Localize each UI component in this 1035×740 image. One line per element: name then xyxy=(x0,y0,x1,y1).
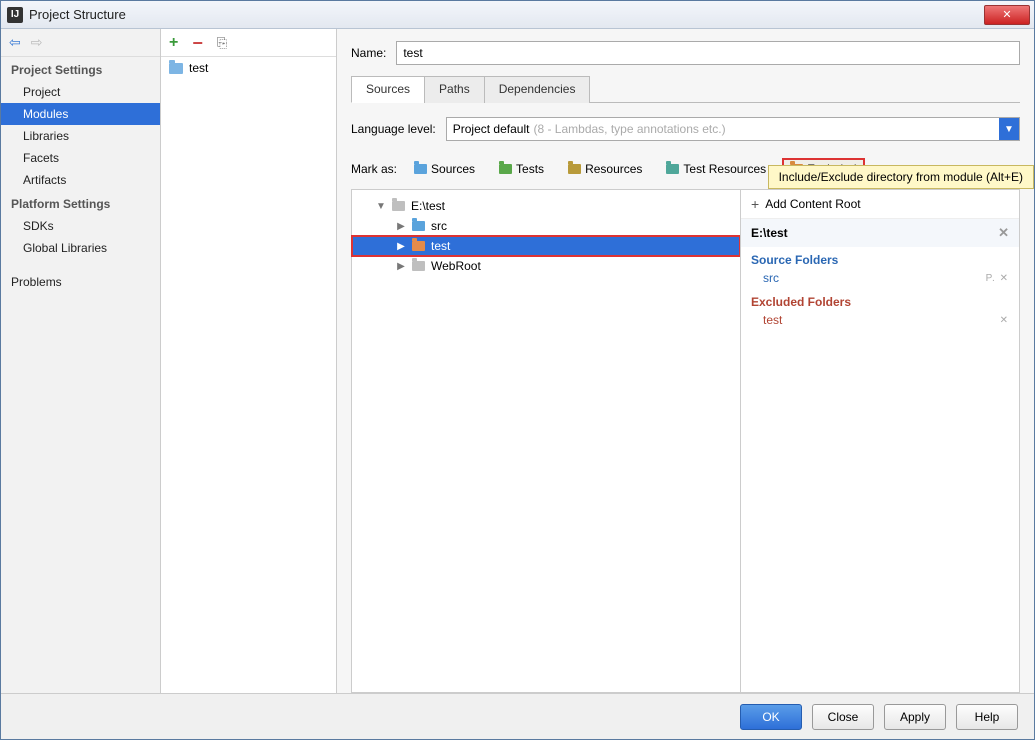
source-folder-label: src xyxy=(763,271,779,285)
tabs: Sources Paths Dependencies xyxy=(351,75,1020,103)
sidebar-item-libraries[interactable]: Libraries xyxy=(1,125,160,147)
sidebar-item-modules[interactable]: Modules xyxy=(1,103,160,125)
tab-dependencies[interactable]: Dependencies xyxy=(484,76,591,103)
add-content-root-label: Add Content Root xyxy=(765,197,860,211)
sidebar-item-problems[interactable]: Problems xyxy=(1,271,160,293)
excluded-folder-label: test xyxy=(763,313,782,327)
chevron-down-icon[interactable]: ▼ xyxy=(999,118,1019,140)
excluded-folders-title: Excluded Folders xyxy=(741,289,1019,311)
excluded-folder-item[interactable]: test ✕ xyxy=(741,311,1019,331)
app-icon: IJ xyxy=(7,7,23,23)
folder-blue-icon xyxy=(414,164,427,174)
tree-root[interactable]: ▼ E:\test xyxy=(352,196,740,216)
language-level-hint: (8 - Lambdas, type annotations etc.) xyxy=(533,122,725,136)
excluded-folder-remove-icon[interactable]: ✕ xyxy=(1000,315,1009,326)
language-level-label: Language level: xyxy=(351,122,436,136)
module-folder-icon xyxy=(169,63,183,74)
language-level-select[interactable]: Project default (8 - Lambdas, type annot… xyxy=(446,117,1020,141)
source-folder-item[interactable]: src P. ✕ xyxy=(741,269,1019,289)
main-panel: Name: Sources Paths Dependencies Languag… xyxy=(337,29,1034,693)
expand-icon[interactable]: ▶ xyxy=(396,241,406,252)
folder-teal-icon xyxy=(666,164,679,174)
collapse-icon[interactable]: ▼ xyxy=(376,201,386,212)
source-folders-title: Source Folders xyxy=(741,247,1019,269)
expand-icon[interactable]: ▶ xyxy=(396,261,406,272)
close-button[interactable]: Close xyxy=(812,704,874,730)
add-content-root-row[interactable]: + Add Content Root xyxy=(741,190,1019,219)
sidebar-item-global-libraries[interactable]: Global Libraries xyxy=(1,237,160,259)
project-structure-window: IJ Project Structure ✕ ⇦ ⇨ Project Setti… xyxy=(0,0,1035,740)
content-roots-panel: + Add Content Root E:\test ✕ Source Fold… xyxy=(740,189,1020,693)
mark-tests-button[interactable]: Tests xyxy=(492,159,551,179)
expand-icon[interactable]: ▶ xyxy=(396,221,406,232)
body: ⇦ ⇨ Project Settings Project Modules Lib… xyxy=(1,29,1034,693)
back-icon[interactable]: ⇦ xyxy=(9,34,21,51)
sidebar-item-project[interactable]: Project xyxy=(1,81,160,103)
footer: OK Close Apply Help xyxy=(1,693,1034,739)
tab-sources[interactable]: Sources xyxy=(351,76,425,103)
plus-icon: + xyxy=(751,196,759,212)
forward-icon[interactable]: ⇨ xyxy=(31,34,43,51)
mark-resources-button[interactable]: Resources xyxy=(561,159,649,179)
section-project-settings: Project Settings xyxy=(1,57,160,81)
language-level-row: Language level: Project default (8 - Lam… xyxy=(351,117,1020,141)
tree-item-label: src xyxy=(431,219,447,233)
content-split: ▼ E:\test ▶ src ▶ test xyxy=(351,189,1020,693)
apply-button[interactable]: Apply xyxy=(884,704,946,730)
folder-icon xyxy=(392,201,405,211)
mark-as-label: Mark as: xyxy=(351,162,397,176)
tree-root-label: E:\test xyxy=(411,199,445,213)
language-level-value: Project default xyxy=(453,122,530,136)
sidebar: ⇦ ⇨ Project Settings Project Modules Lib… xyxy=(1,29,161,693)
source-folder-actions[interactable]: P. ✕ xyxy=(986,273,1009,284)
tree-item-label: test xyxy=(431,239,450,253)
window-title: Project Structure xyxy=(29,7,984,22)
section-platform-settings: Platform Settings xyxy=(1,191,160,215)
content-root-path: E:\test xyxy=(751,226,788,240)
folder-green-icon xyxy=(499,164,512,174)
titlebar: IJ Project Structure ✕ xyxy=(1,1,1034,29)
folder-yellow-icon xyxy=(568,164,581,174)
sidebar-item-artifacts[interactable]: Artifacts xyxy=(1,169,160,191)
tree-item-src[interactable]: ▶ src xyxy=(352,216,740,236)
sidebar-toolbar: ⇦ ⇨ xyxy=(1,29,160,57)
module-toolbar: + − ⎘ xyxy=(161,29,336,57)
tree-item-label: WebRoot xyxy=(431,259,481,273)
mark-sources-button[interactable]: Sources xyxy=(407,159,482,179)
window-close-button[interactable]: ✕ xyxy=(984,5,1030,25)
tree-item-webroot[interactable]: ▶ WebRoot xyxy=(352,256,740,276)
folder-blue-icon xyxy=(412,221,425,231)
remove-module-icon[interactable]: − xyxy=(192,38,203,48)
help-button[interactable]: Help xyxy=(956,704,1018,730)
directory-tree: ▼ E:\test ▶ src ▶ test xyxy=(351,189,740,693)
ok-button[interactable]: OK xyxy=(740,704,802,730)
copy-module-icon[interactable]: ⎘ xyxy=(217,35,227,51)
tree-item-test[interactable]: ▶ test xyxy=(352,236,740,256)
name-label: Name: xyxy=(351,46,386,60)
name-row: Name: xyxy=(351,41,1020,65)
remove-content-root-icon[interactable]: ✕ xyxy=(998,225,1009,241)
module-name-input[interactable] xyxy=(396,41,1020,65)
sidebar-item-facets[interactable]: Facets xyxy=(1,147,160,169)
module-item-label: test xyxy=(189,61,208,75)
mark-test-resources-button[interactable]: Test Resources xyxy=(659,159,773,179)
add-module-icon[interactable]: + xyxy=(169,34,178,52)
module-item[interactable]: test xyxy=(161,57,336,79)
tooltip: Include/Exclude directory from module (A… xyxy=(768,165,1034,189)
module-list-column: + − ⎘ test xyxy=(161,29,337,693)
folder-orange-icon xyxy=(412,241,425,251)
tab-paths[interactable]: Paths xyxy=(424,76,485,103)
content-root[interactable]: E:\test ✕ xyxy=(741,219,1019,247)
sidebar-item-sdks[interactable]: SDKs xyxy=(1,215,160,237)
folder-icon xyxy=(412,261,425,271)
